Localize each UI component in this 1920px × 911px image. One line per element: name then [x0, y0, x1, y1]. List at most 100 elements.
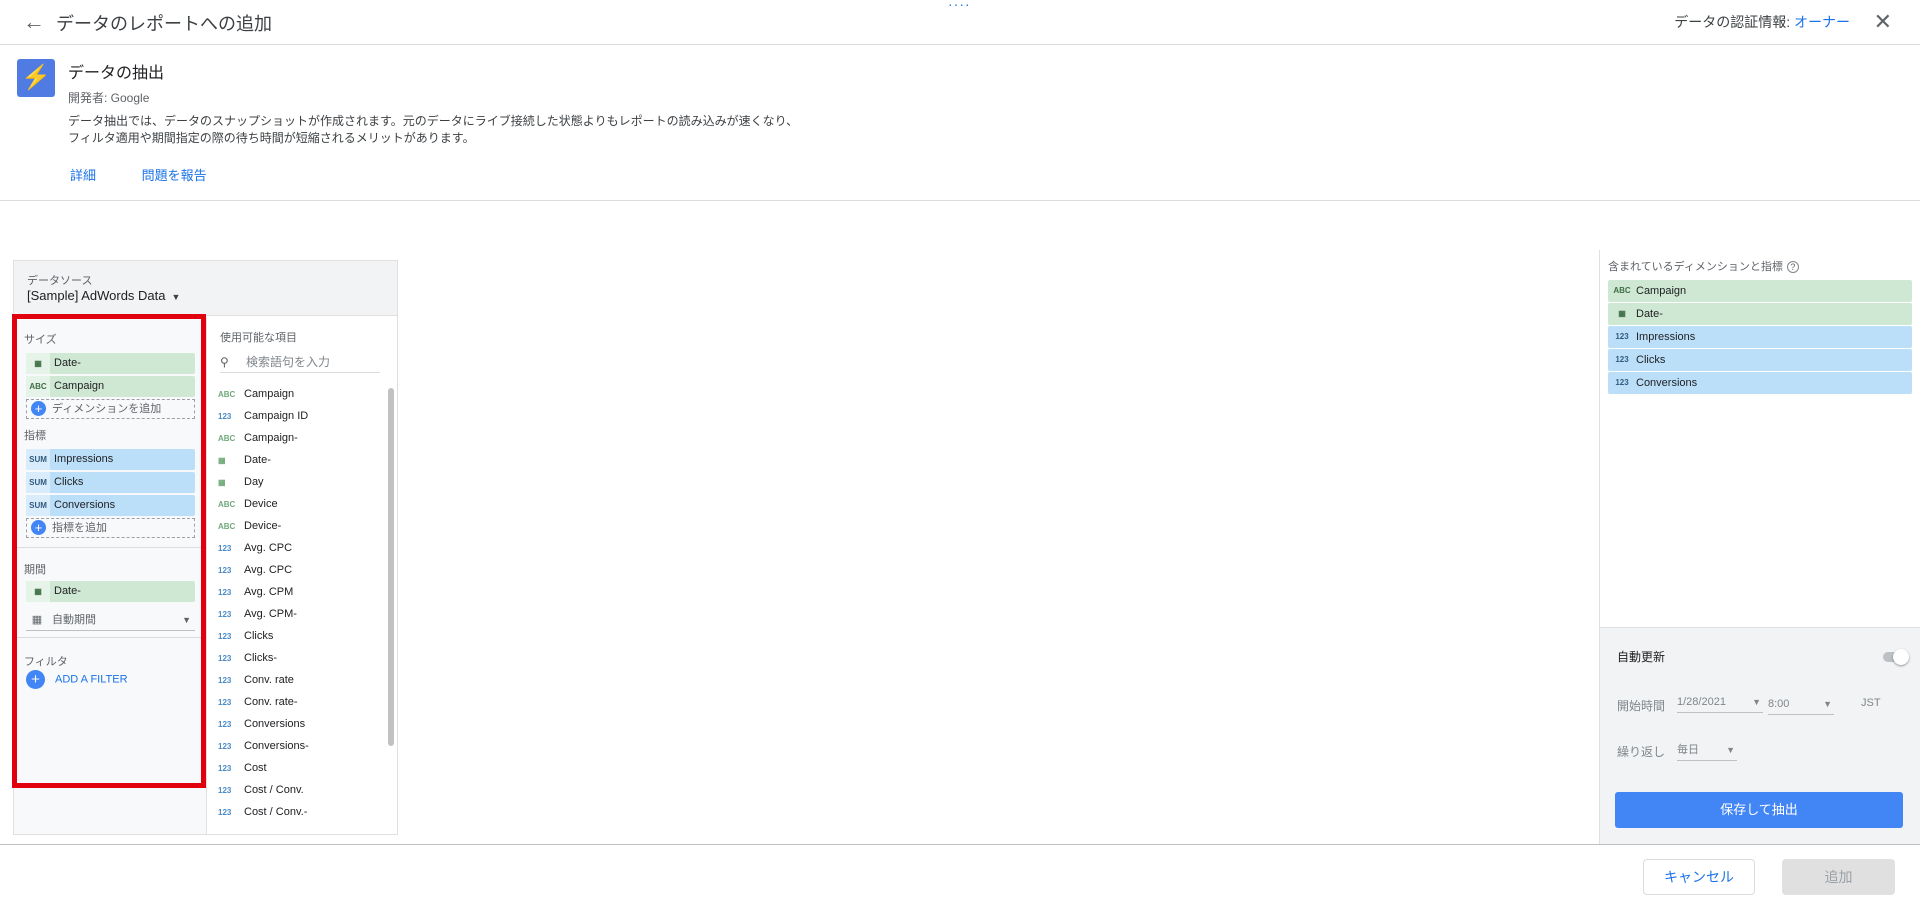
- field-item[interactable]: 123 Campaign ID: [218, 407, 308, 425]
- metric-chip-clicks[interactable]: SUM Clicks: [26, 472, 195, 493]
- connector-description: データ抽出では、データのスナップショットが作成されます。元のデータにライブ接続し…: [68, 114, 799, 145]
- calendar-icon: ▦: [218, 478, 226, 487]
- included-fields-panel: 含まれているディメンションと指標? ABC Campaign ▦ Date- 123 Im…: [1599, 250, 1920, 845]
- text-type-icon: ABC: [218, 390, 236, 399]
- top-bar: ← データのレポートへの追加 ···· データの認証情報: オーナー ✕: [0, 0, 1920, 45]
- field-item[interactable]: 123 Avg. CPC: [218, 561, 292, 579]
- field-item[interactable]: ABC Campaign: [218, 385, 294, 403]
- included-field-chip[interactable]: ▦ Date-: [1608, 303, 1912, 325]
- help-icon[interactable]: ?: [1786, 261, 1799, 273]
- period-dropdown[interactable]: ▦ 自動期間 ▼: [26, 609, 195, 631]
- auto-refresh-title: 自動更新: [1617, 650, 1666, 664]
- field-item[interactable]: ABC Campaign-: [218, 429, 298, 447]
- number-type-icon: 123: [218, 588, 232, 597]
- field-item[interactable]: 123 Conv. rate: [218, 671, 294, 689]
- text-type-icon: ABC: [1613, 286, 1631, 295]
- repeat-select[interactable]: 毎日 ▼: [1677, 739, 1737, 761]
- repeat-label: 繰り返し: [1617, 745, 1666, 759]
- divider: [14, 637, 207, 638]
- details-link[interactable]: 詳細: [70, 168, 96, 183]
- plus-icon: +: [26, 670, 45, 689]
- start-time-select[interactable]: 8:00 ▼: [1768, 693, 1834, 715]
- number-type-icon: 123: [218, 698, 232, 707]
- number-type-icon: 123: [218, 808, 232, 817]
- field-label: Cost / Conv.: [244, 784, 304, 796]
- dimensions-label: サイズ: [24, 334, 57, 346]
- available-fields-header: 使用可能な項目: [220, 332, 297, 344]
- sum-icon: SUM: [26, 472, 50, 493]
- field-label: Clicks: [244, 630, 274, 642]
- period-field-chip[interactable]: ▦ Date-: [26, 581, 195, 602]
- field-item[interactable]: 123 Clicks: [218, 627, 273, 645]
- field-item[interactable]: 123 Avg. CPC: [218, 539, 292, 557]
- field-item[interactable]: 123 Avg. CPM-: [218, 605, 297, 623]
- plus-icon: +: [31, 520, 46, 535]
- field-item[interactable]: 123 Cost: [218, 759, 267, 777]
- number-type-icon: 123: [218, 764, 232, 773]
- field-item[interactable]: 123 Cost / Conv.-: [218, 803, 307, 821]
- calendar-icon: ▦: [218, 456, 226, 465]
- field-item[interactable]: 123 Cost / Conv.: [218, 781, 304, 799]
- period-label: 期間: [24, 564, 46, 576]
- included-field-chip[interactable]: 123 Impressions: [1608, 326, 1912, 348]
- field-item[interactable]: ▦ Date-: [218, 451, 271, 469]
- field-search-input[interactable]: ⚲ 検索語句を入力: [220, 351, 380, 373]
- field-item[interactable]: 123 Conversions: [218, 715, 305, 733]
- datasource-selector[interactable]: [Sample] AdWords Data ▼: [27, 288, 180, 303]
- calendar-icon: ▦: [26, 581, 50, 602]
- field-label: Avg. CPM: [244, 586, 294, 598]
- included-field-chip[interactable]: ABC Campaign: [1608, 280, 1912, 302]
- drag-handle[interactable]: ····: [948, 0, 971, 11]
- back-arrow-icon[interactable]: ←: [22, 10, 46, 34]
- field-label: Conversions-: [244, 740, 309, 752]
- included-field-label: Clicks: [1636, 354, 1666, 366]
- field-list-scrollbar[interactable]: [388, 388, 394, 746]
- sum-icon: SUM: [26, 495, 50, 516]
- credentials-owner-link[interactable]: オーナー: [1794, 14, 1850, 30]
- field-item[interactable]: 123 Clicks-: [218, 649, 277, 667]
- save-and-extract-button[interactable]: 保存して抽出: [1615, 792, 1903, 828]
- number-type-icon: 123: [218, 544, 232, 553]
- field-item[interactable]: ABC Device-: [218, 517, 281, 535]
- credentials-label: データの認証情報:: [1674, 14, 1791, 30]
- add-filter-button[interactable]: + ADD A FILTER: [26, 670, 128, 689]
- field-label: Avg. CPC: [244, 542, 293, 554]
- field-item[interactable]: ABC Device: [218, 495, 278, 513]
- add-dimension-button[interactable]: + ディメンションを追加: [26, 399, 195, 419]
- field-label: Cost / Conv.-: [244, 806, 308, 818]
- field-item[interactable]: ▦ Day: [218, 473, 264, 491]
- field-item[interactable]: 123 Conv. rate-: [218, 693, 298, 711]
- included-field-chip[interactable]: 123 Clicks: [1608, 349, 1912, 371]
- included-field-chip[interactable]: 123 Conversions: [1608, 372, 1912, 394]
- dropdown-caret-icon: ▼: [171, 292, 181, 302]
- field-item[interactable]: 123 Avg. CPM: [218, 583, 293, 601]
- auto-refresh-section: 自動更新 開始時間 1/28/2021 ▼ 8:00 ▼ JST 繰り返し 毎日 ▼ …: [1600, 627, 1920, 845]
- cancel-button[interactable]: キャンセル: [1643, 859, 1755, 895]
- field-item[interactable]: 123 Conversions-: [218, 737, 309, 755]
- metric-chip-conversions[interactable]: SUM Conversions: [26, 495, 195, 516]
- number-type-icon: 123: [218, 412, 232, 421]
- page-title: データのレポートへの追加: [56, 14, 272, 34]
- metric-chip-impressions[interactable]: SUM Impressions: [26, 449, 195, 470]
- text-type-icon: ABC: [26, 376, 50, 397]
- config-column: サイズ ▦ Date- ABC Campaign + ディメンションを追加 指標 SU…: [14, 317, 207, 834]
- add-metric-button[interactable]: + 指標を追加: [26, 518, 195, 538]
- included-field-label: Impressions: [1636, 331, 1696, 343]
- datasource-label: データソース: [27, 275, 93, 287]
- field-label: Device-: [244, 520, 282, 532]
- dimension-chip-campaign[interactable]: ABC Campaign: [26, 376, 195, 397]
- close-icon[interactable]: ✕: [1874, 9, 1892, 35]
- available-fields: 使用可能な項目 ⚲ 検索語句を入力 ABC Campaign 123 Campaign …: [208, 317, 397, 834]
- bottom-bar: キャンセル 追加: [0, 844, 1920, 911]
- start-date-select[interactable]: 1/28/2021 ▼: [1677, 691, 1763, 713]
- text-type-icon: ABC: [218, 434, 236, 443]
- auto-refresh-toggle[interactable]: [1883, 649, 1909, 665]
- number-type-icon: 123: [1615, 332, 1629, 341]
- sum-icon: SUM: [26, 449, 50, 470]
- dimension-chip-date[interactable]: ▦ Date-: [26, 353, 195, 374]
- field-label: Avg. CPC: [244, 564, 293, 576]
- number-type-icon: 123: [1615, 355, 1629, 364]
- report-problem-link[interactable]: 問題を報告: [142, 168, 207, 183]
- field-label: Campaign-: [244, 432, 298, 444]
- datasource-header: データソース [Sample] AdWords Data ▼: [14, 261, 397, 316]
